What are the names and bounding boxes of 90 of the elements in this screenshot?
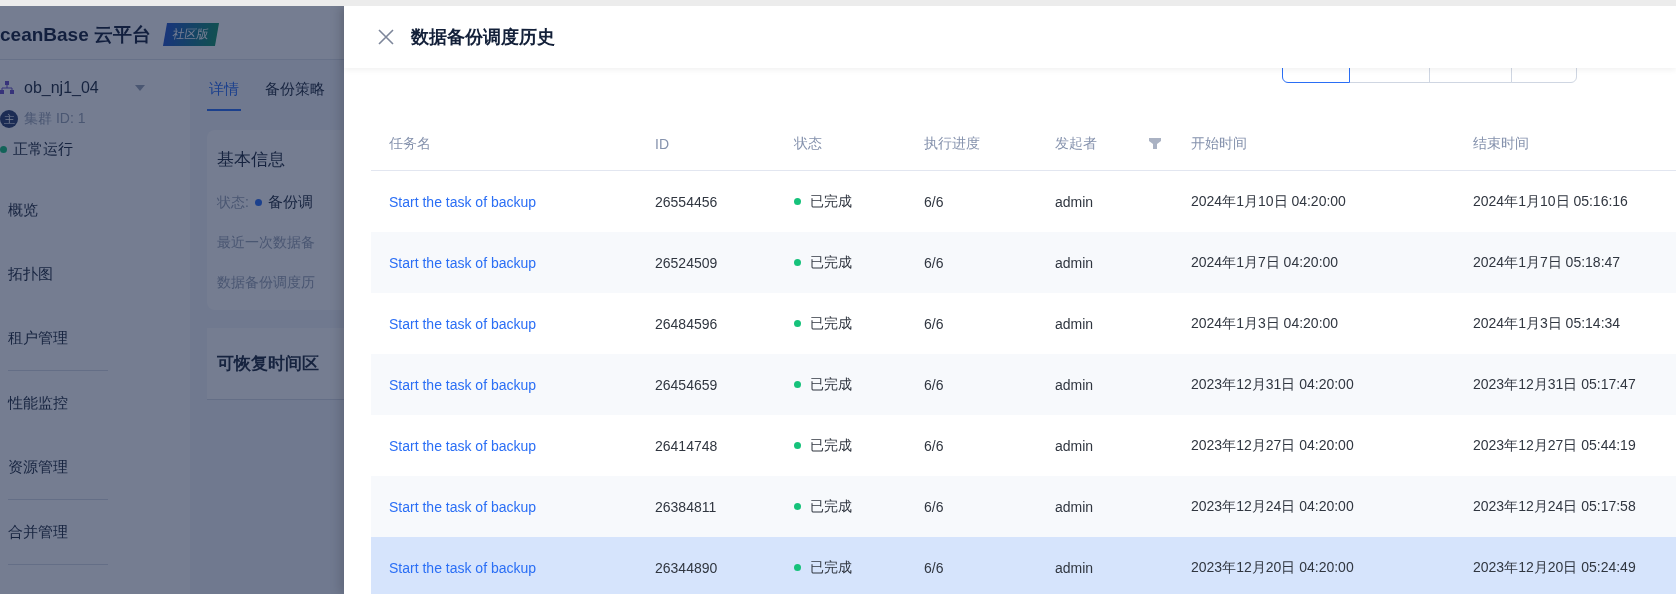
- status-dot: [254, 199, 262, 206]
- table-cell-text: admin: [1054, 314, 1095, 334]
- status-dot: [794, 564, 801, 571]
- task-link[interactable]: Start the task of backup: [371, 354, 637, 415]
- nav-item[interactable]: 概览: [8, 178, 108, 242]
- task-link[interactable]: Start the task of backup: [371, 415, 637, 476]
- table-cell-text: admin: [1054, 192, 1095, 212]
- table-cell-text: 26414748: [654, 436, 719, 456]
- table-cell-text: 6/6: [923, 253, 945, 273]
- table-cell-text: admin: [1054, 558, 1095, 578]
- column-header: 开始时间: [1191, 134, 1247, 153]
- tab[interactable]: 备份策略: [263, 79, 327, 111]
- table-cell-text: 2024年1月3日 05:14:34: [1472, 313, 1622, 333]
- card-title: 基本信息: [217, 149, 286, 171]
- status-text: 已完成: [810, 375, 852, 394]
- status-dot: [794, 503, 801, 510]
- drawer-title: 数据备份调度历史: [411, 26, 555, 49]
- status-dot: [794, 198, 801, 205]
- table-cell-text: 6/6: [923, 192, 945, 212]
- table-cell-text: admin: [1054, 375, 1095, 395]
- table-cell-text: 2023年12月31日 04:20:00: [1190, 374, 1355, 394]
- table-cell-text: 2023年12月27日 05:44:19: [1472, 435, 1637, 455]
- nav-item[interactable]: 资源管理: [8, 435, 108, 499]
- cluster-icon: [0, 81, 14, 95]
- nav-item[interactable]: 租户管理: [8, 306, 108, 370]
- nav-item[interactable]: 性能监控: [8, 371, 108, 435]
- status-text: 已完成: [810, 253, 852, 272]
- table-cell-text: 26384811: [654, 497, 718, 517]
- column-header: 状态: [794, 134, 822, 153]
- table-cell-text: 2023年12月20日 04:20:00: [1190, 557, 1355, 577]
- cluster-selector[interactable]: ob_nj1_04: [24, 79, 99, 97]
- table-row[interactable]: Start the task of backup 26454659 已完成 6/6 admin 2023年12月31日 04:20:00 2023年12月31日 05:17:47: [371, 354, 1676, 415]
- nav-item[interactable]: 合并管理: [8, 500, 108, 564]
- table-cell-text: 6/6: [923, 497, 945, 517]
- table-cell-text: 2023年12月31日 05:17:47: [1472, 374, 1637, 394]
- card-title: 可恢复时间区: [217, 354, 319, 373]
- status-dot: [794, 320, 801, 327]
- table-cell-text: 2024年1月10日 05:16:16: [1472, 191, 1629, 211]
- table-cell-text: 2023年12月20日 05:24:49: [1472, 557, 1637, 577]
- task-link[interactable]: Start the task of backup: [371, 293, 637, 354]
- task-link[interactable]: Start the task of backup: [371, 171, 637, 232]
- table-cell-text: 2023年12月24日 04:20:00: [1190, 496, 1355, 516]
- task-link[interactable]: Start the task of backup: [371, 232, 637, 293]
- role-badge: 主: [0, 110, 18, 128]
- task-link[interactable]: Start the task of backup: [371, 537, 637, 594]
- status-text: 已完成: [810, 436, 852, 455]
- table-cell-text: 26454659: [654, 375, 719, 395]
- table-cell-text: 2024年1月7日 05:18:47: [1472, 252, 1622, 272]
- column-header: 结束时间: [1473, 134, 1529, 153]
- column-header: 发起者: [1055, 134, 1097, 153]
- table-row[interactable]: Start the task of backup 26344890 已完成 6/6 admin 2023年12月20日 04:20:00 2023年12月20日 05:24:49: [371, 537, 1676, 594]
- table-cell-text: 6/6: [923, 314, 945, 334]
- column-header: ID: [655, 135, 669, 152]
- task-link[interactable]: Start the task of backup: [371, 476, 637, 537]
- table-cell-text: admin: [1054, 497, 1095, 517]
- close-button[interactable]: [378, 29, 394, 45]
- table-cell-text: 2024年1月3日 04:20:00: [1190, 313, 1340, 333]
- status-dot: [0, 145, 7, 153]
- table-cell-text: 26484596: [654, 314, 719, 334]
- status-text: 已完成: [810, 314, 852, 333]
- column-header: 执行进度: [924, 134, 980, 153]
- table-cell-text: 26524509: [654, 253, 719, 273]
- column-header: 任务名: [389, 134, 431, 153]
- table-cell-text: 6/6: [923, 375, 945, 395]
- table-cell-text: 26344890: [654, 558, 719, 578]
- filter-icon[interactable]: [1149, 138, 1161, 149]
- table-cell-text: 26554456: [654, 192, 719, 212]
- table-row[interactable]: Start the task of backup 26524509 已完成 6/6 admin 2024年1月7日 04:20:00 2024年1月7日 05:18:47: [371, 232, 1676, 293]
- status-text: 已完成: [810, 558, 852, 577]
- table-cell-text: 2023年12月24日 05:17:58: [1472, 496, 1637, 516]
- table-cell-text: 6/6: [923, 558, 945, 578]
- status-value: 备份调: [267, 193, 313, 212]
- status-dot: [794, 442, 801, 449]
- status-dot: [794, 381, 801, 388]
- status-dot: [794, 259, 801, 266]
- nav-item[interactable]: 拓扑图: [8, 242, 108, 306]
- table-cell-text: admin: [1054, 253, 1095, 273]
- status-text: 已完成: [810, 192, 852, 211]
- status-text: 已完成: [810, 497, 852, 516]
- table-row[interactable]: Start the task of backup 26384811 已完成 6/6 admin 2023年12月24日 04:20:00 2023年12月24日 05:17:58: [371, 476, 1676, 537]
- tab[interactable]: 详情: [207, 79, 241, 111]
- table-cell-text: 2024年1月7日 04:20:00: [1190, 252, 1340, 272]
- table-cell-text: 2024年1月10日 04:20:00: [1190, 191, 1347, 211]
- table-cell-text: 6/6: [923, 436, 945, 456]
- table-cell-text: 2023年12月27日 04:20:00: [1190, 435, 1355, 455]
- caret-icon[interactable]: [134, 85, 145, 91]
- table-cell-text: admin: [1054, 436, 1095, 456]
- app-logo: ceanBase 云平台: [0, 22, 151, 47]
- cluster-status: 正常运行: [13, 139, 73, 159]
- edition-badge: 社区版: [163, 23, 220, 46]
